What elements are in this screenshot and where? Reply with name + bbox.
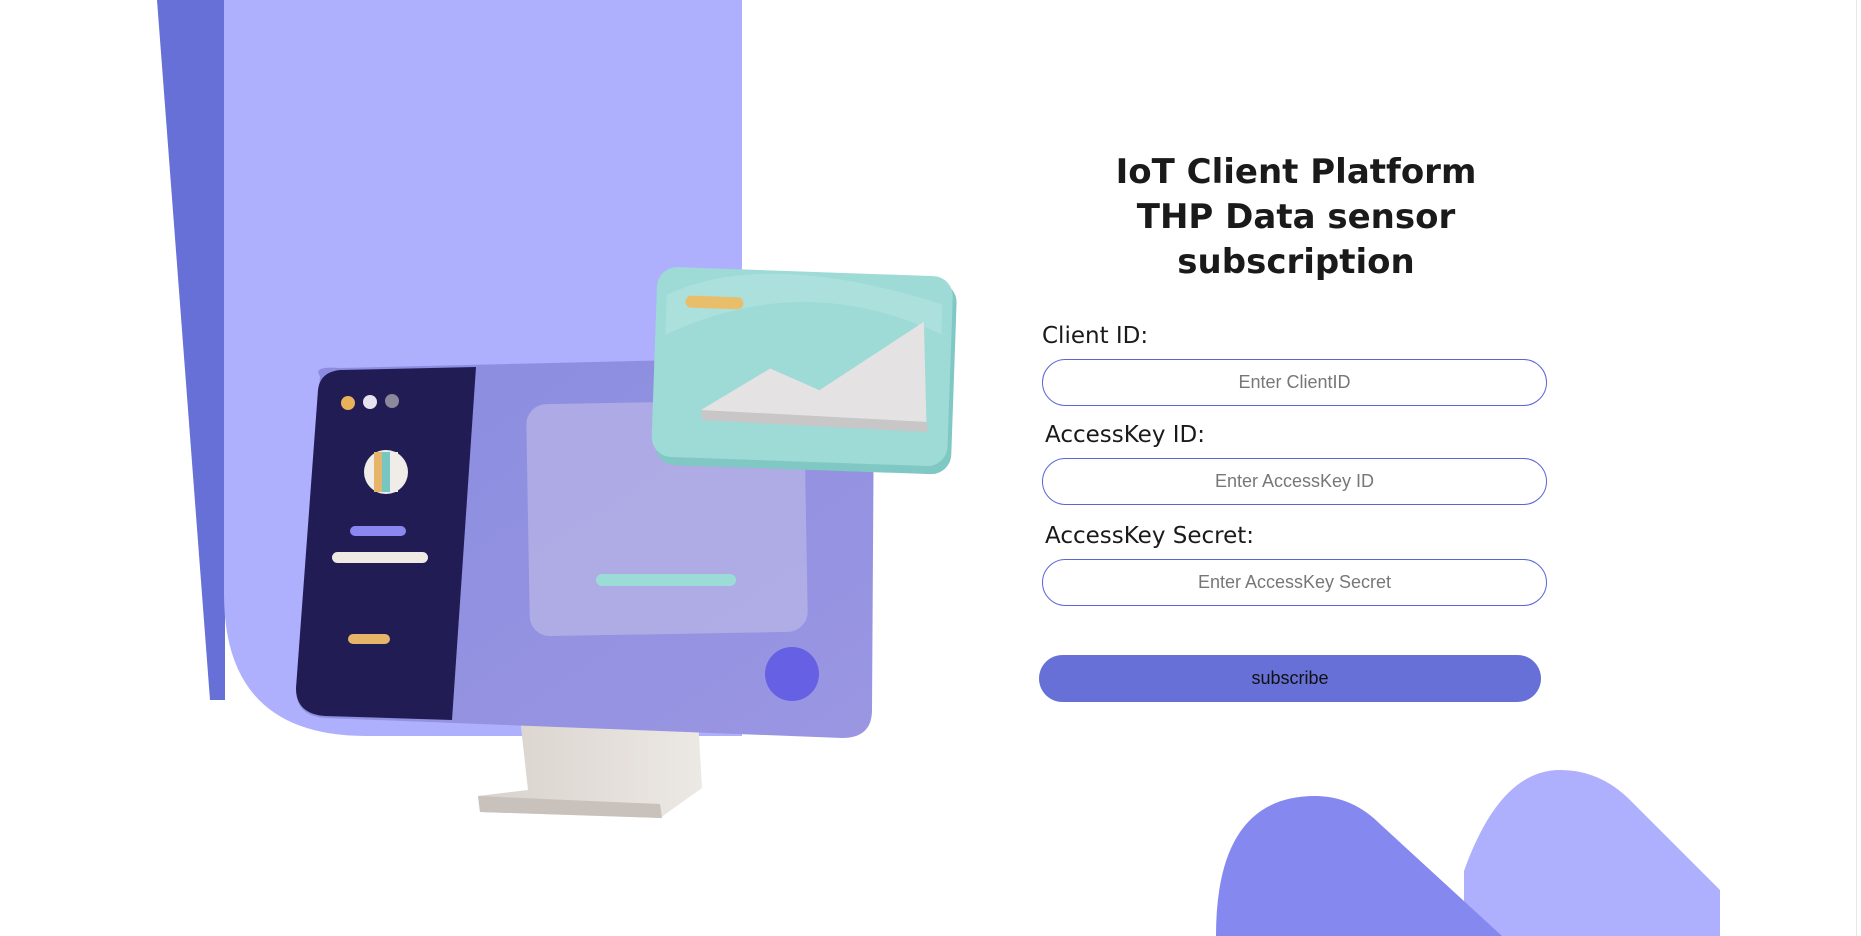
access-key-id-input[interactable]	[1042, 458, 1547, 505]
window-dot-orange	[341, 396, 355, 410]
back-panel-dark	[157, 0, 225, 700]
window-dot-gray	[385, 394, 399, 408]
page-title: IoT Client Platform THP Data sensor subs…	[1036, 150, 1556, 285]
title-line-2: THP Data sensor subscription	[1136, 197, 1456, 282]
image-card-illustration	[651, 267, 957, 475]
monitor-sidebar	[296, 367, 476, 720]
monitor-illustration	[157, 0, 957, 818]
access-key-secret-input[interactable]	[1042, 559, 1547, 606]
avatar-illustration	[364, 450, 408, 494]
window-dot-white	[363, 395, 377, 409]
decorative-shapes	[1216, 770, 1720, 936]
page-edge	[1856, 0, 1857, 936]
client-id-input[interactable]	[1042, 359, 1547, 406]
client-id-label: Client ID:	[1042, 323, 1149, 349]
access-key-id-label: AccessKey ID:	[1045, 422, 1205, 448]
login-page: IoT Client Platform THP Data sensor subs…	[0, 0, 1861, 936]
subscription-form: IoT Client Platform THP Data sensor subs…	[1036, 150, 1556, 702]
access-key-secret-label: AccessKey Secret:	[1045, 523, 1255, 549]
title-line-1: IoT Client Platform	[1115, 152, 1477, 192]
circle-button-illustration	[765, 647, 819, 701]
subscribe-button[interactable]: subscribe	[1039, 655, 1541, 702]
